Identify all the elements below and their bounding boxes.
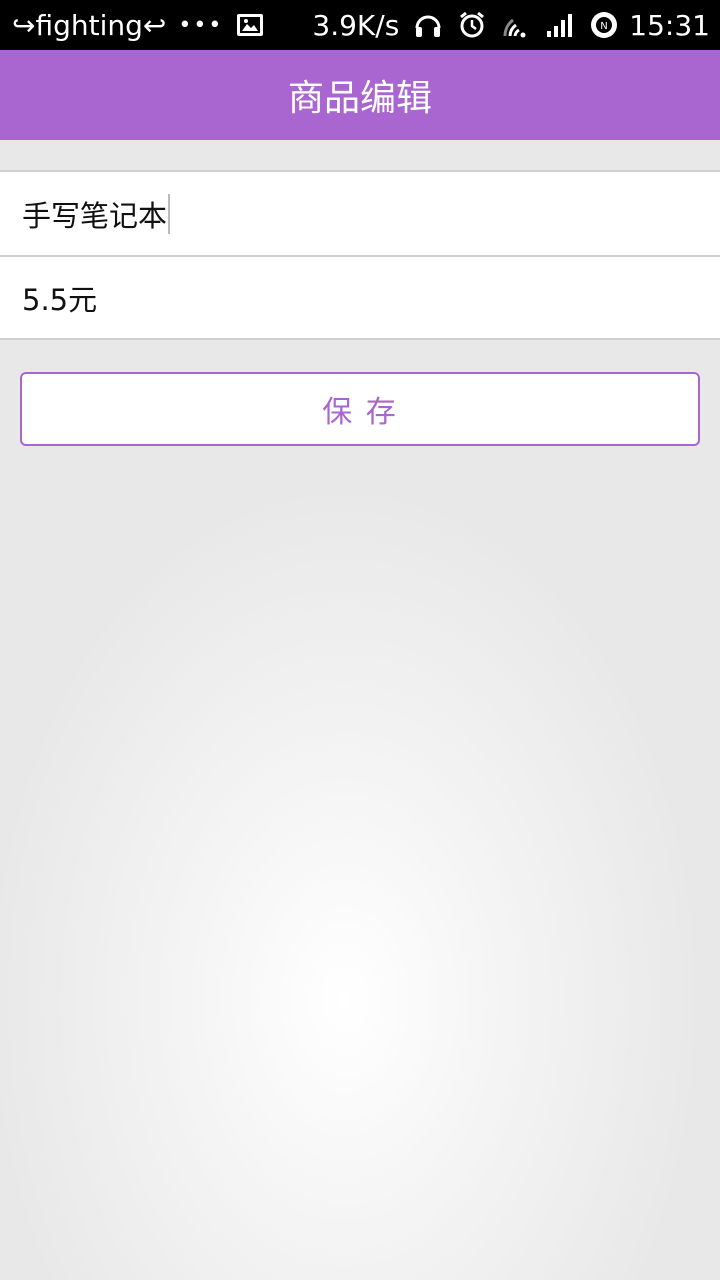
- status-bar-right: 3.9K/s N 15:31: [312, 0, 710, 50]
- status-bar-left: ↪fighting↩ •••: [12, 0, 264, 50]
- svg-text:N: N: [601, 21, 608, 32]
- network-speed: 3.9K/s: [312, 8, 400, 42]
- clock: 15:31: [629, 8, 710, 42]
- text-cursor: [168, 193, 171, 234]
- save-button-label: 保 存: [322, 395, 398, 430]
- page-title: 商品编辑: [287, 78, 432, 119]
- alarm-icon: [457, 10, 487, 40]
- status-bar: ↪fighting↩ ••• 3.9K/s N 15:31: [0, 0, 720, 50]
- edit-form: 手写笔记本 5.5元: [0, 170, 720, 340]
- product-name-field[interactable]: 手写笔记本: [0, 172, 720, 255]
- save-button[interactable]: 保 存: [20, 372, 700, 446]
- signal-icon: [545, 12, 575, 38]
- wifi-icon: [501, 12, 531, 38]
- nfc-icon: N: [589, 10, 619, 40]
- app-bar: 商品编辑: [0, 50, 720, 140]
- image-icon: [237, 14, 264, 36]
- product-price-value: 5.5元: [22, 282, 98, 317]
- product-name-value: 手写笔记本: [22, 198, 168, 233]
- notification-text: ↪fighting↩: [12, 8, 167, 42]
- more-notifications-icon: •••: [178, 12, 224, 38]
- product-price-field[interactable]: 5.5元: [0, 255, 720, 338]
- headset-icon: [413, 10, 443, 40]
